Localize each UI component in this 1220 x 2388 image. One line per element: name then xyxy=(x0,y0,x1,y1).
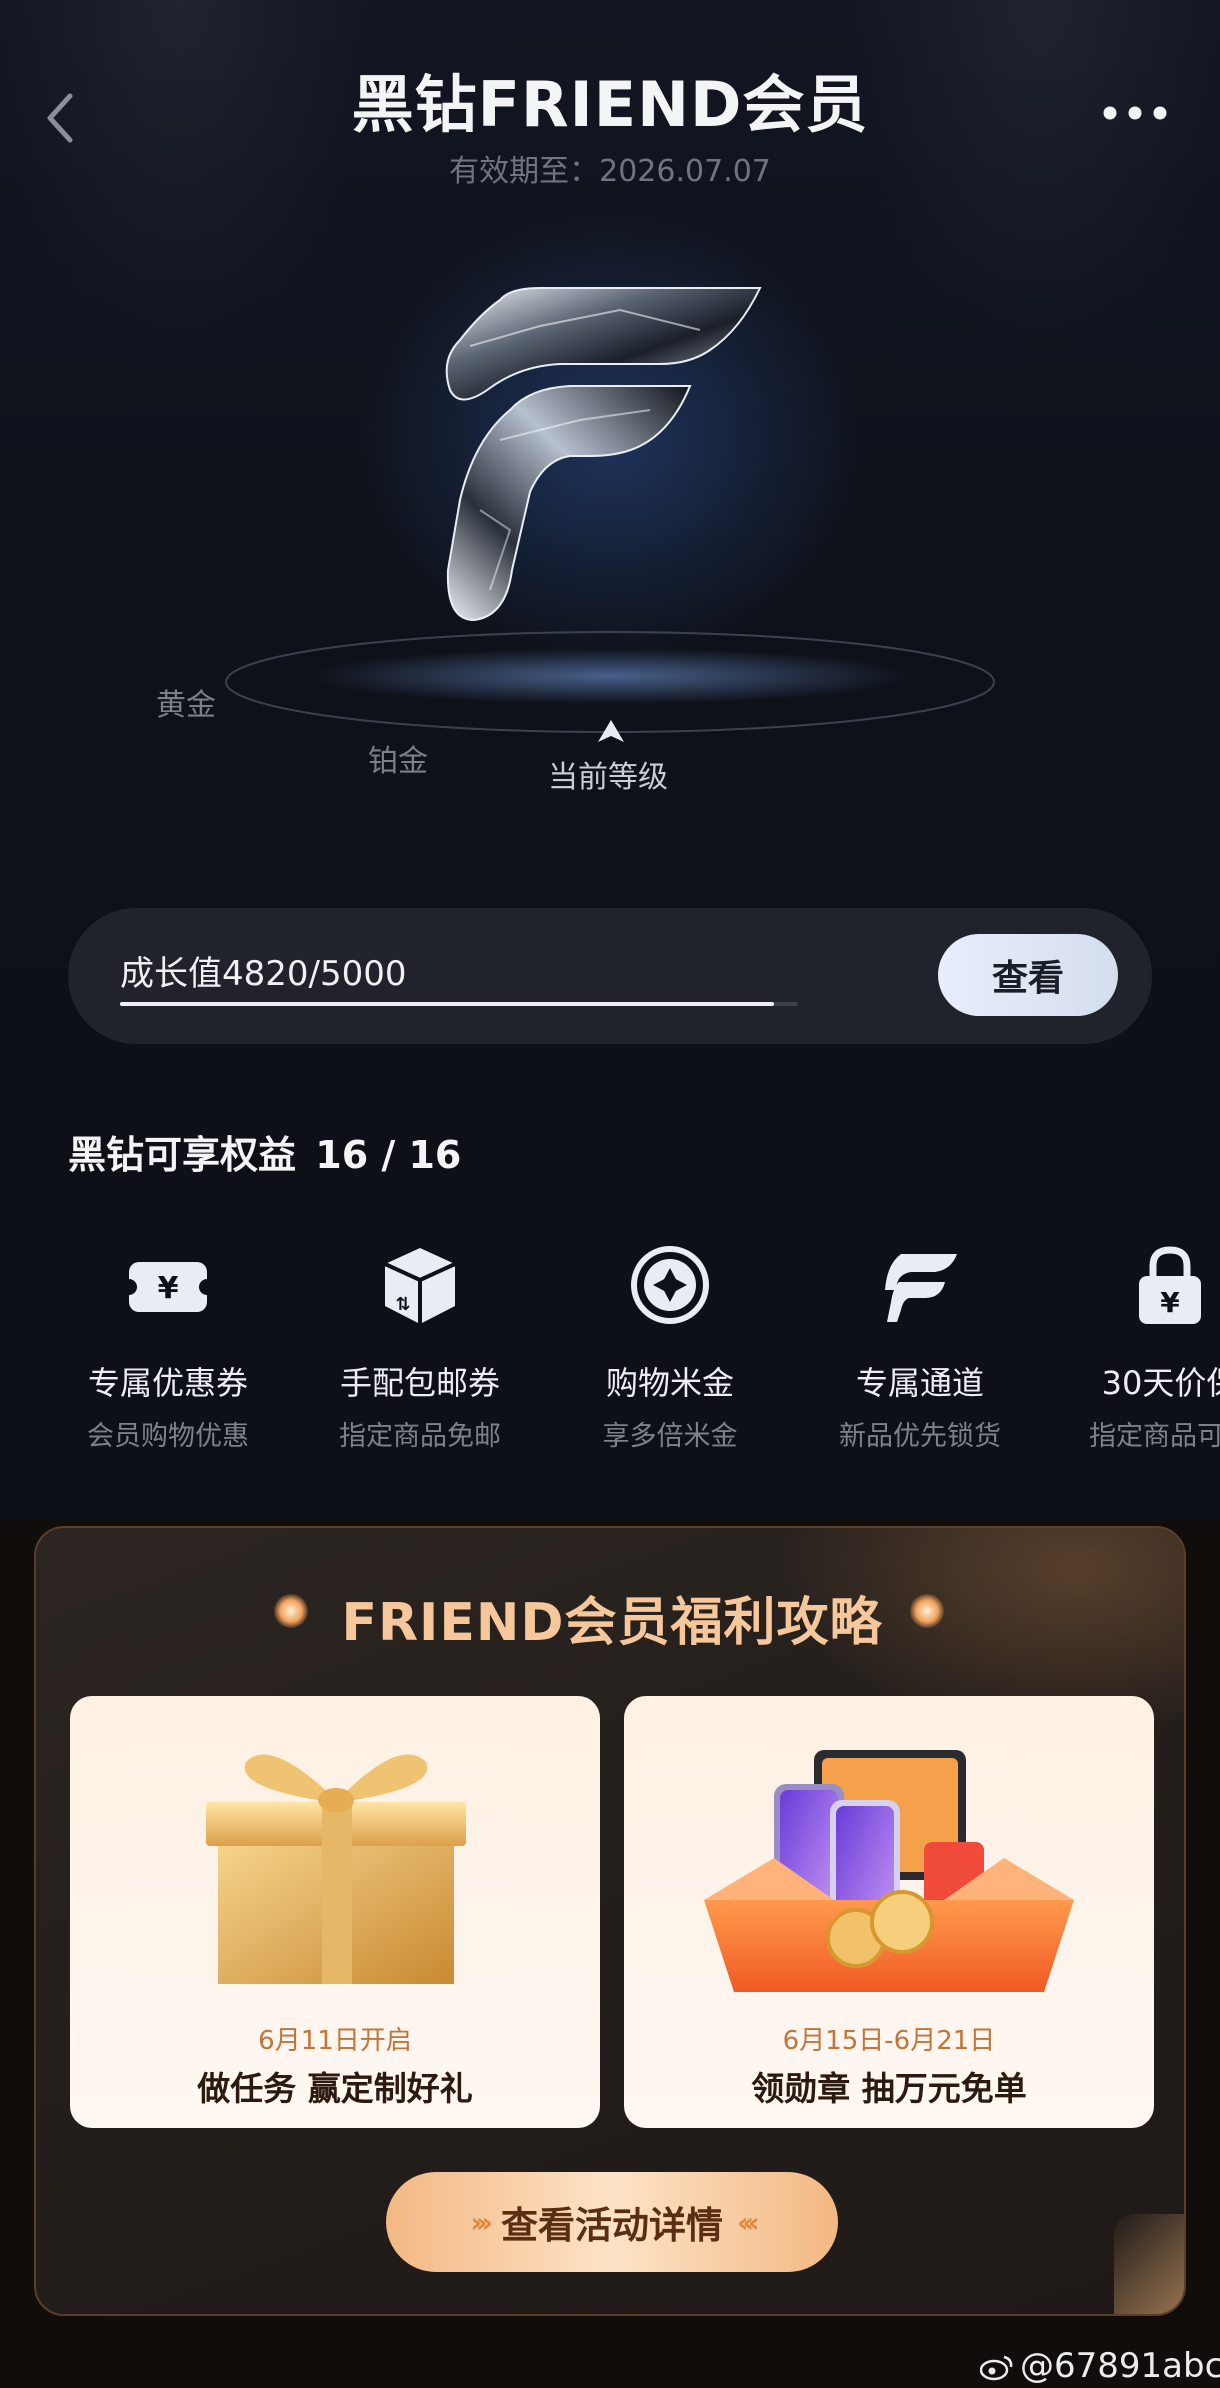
benefit-name: 手配包邮券 xyxy=(339,1364,500,1402)
coupon-icon: ¥ xyxy=(121,1240,215,1330)
benefits-title-text: 黑钻可享权益 xyxy=(68,1133,297,1177)
level-platinum: 铂金 xyxy=(368,744,428,779)
page-title: 黑钻FRIEND会员 xyxy=(351,68,869,141)
promo-medal-draw-tile[interactable]: 6月15日-6月21日 领勋章 抽万元免单 xyxy=(624,1696,1154,2128)
current-level-pointer-icon xyxy=(598,720,624,742)
benefit-exclusive-channel[interactable]: 专属通道 新品优先锁货 xyxy=(800,1240,1040,1453)
promo-title: FRIEND会员福利攻略 xyxy=(341,1593,883,1653)
svg-text:⇅: ⇅ xyxy=(395,1294,410,1315)
friend-benefits-guide-card: FRIEND会员福利攻略 6月11日开启 做任务 赢定制好礼 6月15日-6月2… xyxy=(34,1526,1186,2316)
gift-box-icon xyxy=(206,1754,466,1984)
benefit-price-protection[interactable]: ¥ 30天价保 指定商品可享 xyxy=(1050,1240,1220,1453)
benefit-desc: 指定商品免邮 xyxy=(339,1421,501,1452)
benefit-desc: 会员购物优惠 xyxy=(87,1421,249,1452)
benefit-shopping-coins[interactable]: 购物米金 享多倍米金 xyxy=(550,1240,790,1453)
benefits-title: 黑钻可享权益 16 / 16 xyxy=(68,1124,461,1179)
growth-progress-bar xyxy=(120,1002,798,1006)
benefit-exclusive-coupon[interactable]: ¥ 专属优惠券 会员购物优惠 xyxy=(48,1240,288,1453)
promo-task-gift-tile[interactable]: 6月11日开启 做任务 赢定制好礼 xyxy=(70,1696,600,2128)
view-growth-button[interactable]: 查看 xyxy=(938,934,1118,1016)
box-icon: ⇅ xyxy=(375,1240,465,1330)
benefit-name: 30天价保 xyxy=(1101,1364,1220,1402)
benefit-free-shipping[interactable]: ⇅ 手配包邮券 指定商品免邮 xyxy=(300,1240,540,1453)
benefits-carousel[interactable]: ¥ 专属优惠券 会员购物优惠 ⇅ 手配包邮券 指定商品免邮 购物米金 享多倍米金… xyxy=(0,1200,1220,1460)
svg-text:¥: ¥ xyxy=(1160,1286,1180,1319)
weibo-logo-icon xyxy=(980,2355,1013,2381)
benefit-desc: 指定商品可享 xyxy=(1089,1421,1220,1452)
weibo-watermark: @67891abc xyxy=(980,2346,1220,2386)
growth-progress-fill xyxy=(120,1002,774,1006)
black-diamond-f-logo xyxy=(440,270,780,650)
detail-button-label: 查看活动详情 xyxy=(501,2204,723,2247)
friend-f-icon xyxy=(875,1240,965,1330)
benefit-name: 专属通道 xyxy=(855,1364,984,1402)
devices-gift-icon xyxy=(704,1750,1074,1992)
watermark-text: @67891abc xyxy=(1020,2346,1220,2386)
growth-value-text: 成长值4820/5000 xyxy=(120,954,407,994)
coin-icon xyxy=(625,1240,715,1330)
promo-date: 6月15日-6月21日 xyxy=(782,2026,996,2056)
double-chevron-left-icon: ‹‹‹ xyxy=(737,2205,759,2239)
benefit-name: 专属优惠券 xyxy=(87,1364,248,1402)
growth-value-card: 成长值4820/5000 查看 xyxy=(68,908,1152,1044)
svg-text:¥: ¥ xyxy=(158,1271,179,1306)
double-chevron-right-icon: ››› xyxy=(470,2205,492,2239)
promo-slogan: 做任务 赢定制好礼 xyxy=(197,2069,473,2108)
level-current: 当前等级 xyxy=(548,760,668,795)
benefit-desc: 享多倍米金 xyxy=(602,1421,738,1452)
price-lock-icon: ¥ xyxy=(1125,1240,1215,1330)
promo-slogan: 领勋章 抽万元免单 xyxy=(751,2069,1027,2108)
validity-date: 有效期至：2026.07.07 xyxy=(449,154,771,189)
benefits-count: 16 / 16 xyxy=(315,1133,462,1177)
view-activity-details-button[interactable]: ››› 查看活动详情 ‹‹‹ xyxy=(386,2172,838,2272)
promo-date: 6月11日开启 xyxy=(258,2026,412,2056)
benefit-desc: 新品优先锁货 xyxy=(839,1421,1001,1452)
level-gold: 黄金 xyxy=(156,688,216,723)
benefit-name: 购物米金 xyxy=(605,1364,734,1402)
